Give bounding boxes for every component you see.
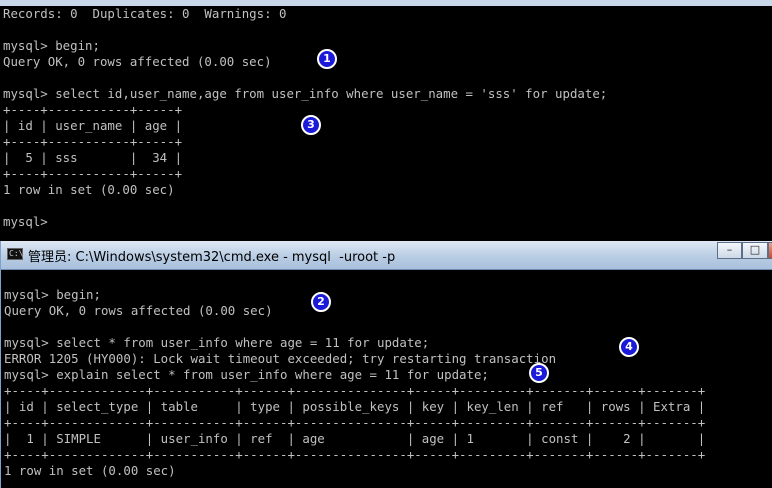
annotation-badge-5: 5 — [529, 363, 549, 383]
window-title: 管理员: C:\Windows\system32\cmd.exe - mysql… — [28, 250, 396, 265]
console-line: +----+-------------+-----------+------+-… — [4, 447, 706, 462]
console-line: Query OK, 0 rows affected (0.00 sec) — [3, 54, 272, 69]
console-line: 1 row in set (0.00 sec) — [4, 463, 176, 478]
cmd-icon: C:\ — [7, 248, 24, 260]
console-line: +----+-----------+-----+ — [3, 134, 183, 149]
minimize-button[interactable]: – — [717, 242, 742, 259]
console-line: Records: 0 Duplicates: 0 Warnings: 0 — [3, 6, 287, 21]
window-2-titlebar[interactable]: C:\ 管理员: C:\Windows\system32\cmd.exe - m… — [1, 241, 772, 270]
console-error-line: ERROR 1205 (HY000): Lock wait timeout ex… — [4, 351, 557, 366]
annotation-badge-2: 2 — [311, 292, 331, 312]
console-window-2[interactable]: C:\ 管理员: C:\Windows\system32\cmd.exe - m… — [0, 241, 772, 488]
console-line: +----+-----------+-----+ — [3, 166, 183, 181]
console-line: mysql> begin; — [4, 287, 101, 302]
console-line: +----+-------------+-----------+------+-… — [4, 383, 706, 398]
console-line: mysql> begin; — [3, 38, 100, 53]
console-line: | 5 | sss | 34 | — [3, 150, 183, 165]
console-line: mysql> select * from user_info where age… — [4, 335, 430, 350]
console-line: | id | select_type | table | type | poss… — [4, 399, 706, 414]
console-window-1[interactable]: Records: 0 Duplicates: 0 Warnings: 0 mysq… — [0, 0, 772, 240]
maximize-button[interactable]: □ — [742, 242, 768, 259]
annotation-badge-1: 1 — [317, 49, 337, 69]
annotation-badge-3: 3 — [301, 115, 321, 135]
annotation-badge-4: 4 — [619, 337, 639, 357]
console-line: +----+-------------+-----------+------+-… — [4, 415, 706, 430]
console-line: Query OK, 0 rows affected (0.00 sec) — [4, 303, 273, 318]
console-line: mysql> select id,user_name,age from user… — [3, 86, 608, 101]
console-line: | 1 | SIMPLE | user_info | ref | age | a… — [4, 431, 706, 446]
console-output-2: mysql> begin; Query OK, 0 rows affected (… — [4, 287, 705, 479]
close-button[interactable] — [768, 242, 772, 259]
console-line: 1 row in set (0.00 sec) — [3, 182, 175, 197]
console-prompt[interactable]: mysql> — [3, 214, 607, 230]
console-line: mysql> explain select * from user_info w… — [4, 367, 489, 382]
